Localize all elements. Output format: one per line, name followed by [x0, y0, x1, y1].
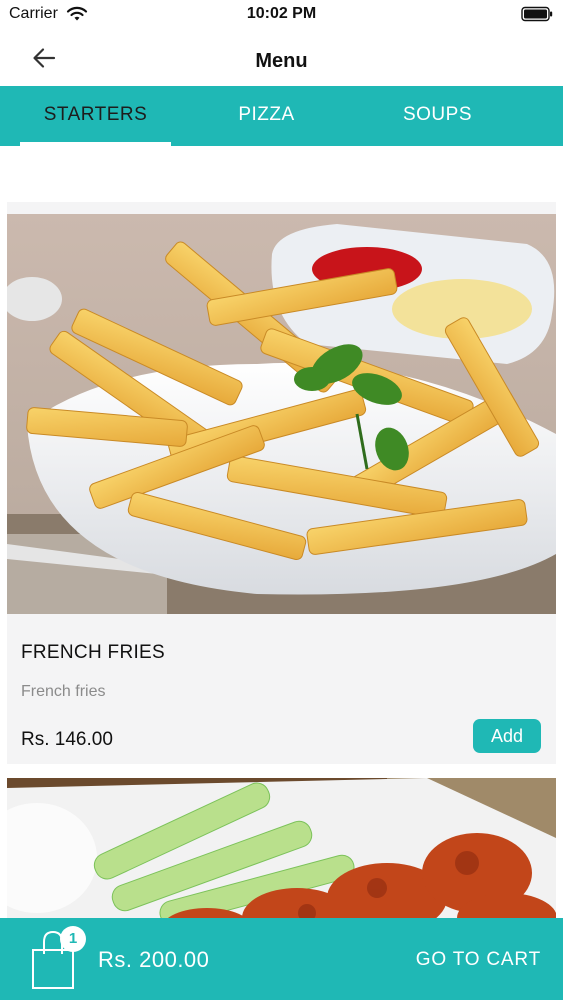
clock: 10:02 PM [246, 5, 317, 22]
category-tabs: STARTERS PIZZA SOUPS [0, 86, 563, 146]
cart-count-badge: 1 [60, 926, 86, 952]
add-button[interactable]: Add [473, 719, 541, 753]
item-price: Rs. 146.00 [21, 729, 113, 750]
menu-item-card[interactable]: FRENCH FRIES French fries Rs. 146.00 Add [7, 202, 556, 764]
french-fries-photo [7, 214, 556, 614]
menu-item-list[interactable]: FRENCH FRIES French fries Rs. 146.00 Add [0, 146, 563, 918]
navigation-bar: Menu [0, 30, 563, 86]
item-name: FRENCH FRIES [21, 642, 165, 663]
chicken-wings-photo [7, 778, 556, 918]
menu-item-card[interactable] [7, 778, 556, 918]
tab-starters[interactable]: STARTERS [20, 86, 171, 146]
tab-pizza[interactable]: PIZZA [181, 86, 352, 146]
go-to-cart-button[interactable]: GO TO CART [416, 949, 541, 971]
page-title: Menu [255, 50, 308, 72]
battery-icon [521, 6, 553, 22]
item-description: French fries [21, 683, 106, 700]
cart-total: Rs. 200.00 [98, 947, 210, 972]
status-bar: Carrier 10:02 PM [0, 0, 563, 30]
cart-bar[interactable]: 1 Rs. 200.00 GO TO CART [0, 918, 563, 1000]
tab-soups[interactable]: SOUPS [352, 86, 523, 146]
